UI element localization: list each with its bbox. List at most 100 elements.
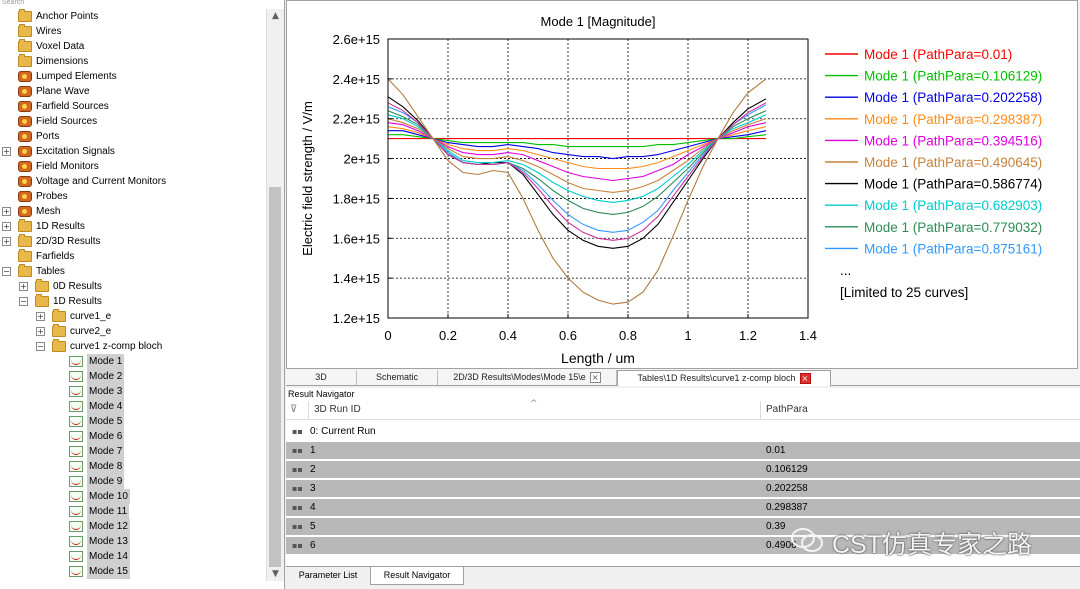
folder-icon [18, 234, 32, 247]
scroll-down-arrow-icon[interactable]: ▼ [267, 567, 284, 581]
curve-result-icon [69, 536, 83, 547]
legend-entry: Mode 1 (PathPara=0.490645) [864, 155, 1042, 170]
tree-item[interactable]: Mode 8 [0, 459, 266, 474]
tree-item[interactable]: Mode 3 [0, 384, 266, 399]
expand-icon[interactable]: + [2, 237, 11, 246]
tree-item[interactable]: Field Monitors [0, 159, 266, 174]
folder-icon [18, 219, 32, 232]
tree-item[interactable]: +0D Results [0, 279, 266, 294]
tree-item[interactable]: Farfields [0, 249, 266, 264]
tree-item[interactable]: Mode 2 [0, 369, 266, 384]
tree-item-label: 2D/3D Results [36, 236, 101, 247]
tree-item[interactable]: + Mesh [0, 204, 266, 219]
tree-item[interactable]: Wires [0, 24, 266, 39]
curve-result-icon [69, 506, 83, 517]
tree-item[interactable]: Mode 5 [0, 414, 266, 429]
navigation-tree: Anchor Points Wires Voxel Data Dimensions Lu… [0, 9, 266, 579]
tree-item[interactable]: +1D Results [0, 219, 266, 234]
tab-parameter-list[interactable]: Parameter List [288, 567, 368, 584]
tab-close-icon[interactable]: × [589, 372, 601, 384]
component-gear-icon [18, 101, 32, 112]
tree-item-label: Field Monitors [36, 161, 99, 172]
tree-item[interactable]: Farfield Sources [0, 99, 266, 114]
collapse-icon[interactable]: − [36, 342, 45, 351]
tree-item[interactable]: − Tables [0, 264, 266, 279]
tree-item[interactable]: − 1D Results [0, 294, 266, 309]
tree-item[interactable]: Probes [0, 189, 266, 204]
chart-title: Mode 1 [Magnitude] [541, 14, 656, 29]
column-header-run-id[interactable]: 3D Run ID [314, 404, 361, 415]
tree-item[interactable]: Voxel Data [0, 39, 266, 54]
tree-item[interactable]: Mode 12 [0, 519, 266, 534]
table-row[interactable]: ▪▪ 0: Current Run [286, 423, 1080, 441]
component-gear-icon [18, 131, 32, 142]
tree-item-label: Farfield Sources [36, 101, 109, 112]
expand-icon[interactable]: + [2, 207, 11, 216]
curve-result-icon [69, 566, 83, 577]
tree-scrollbar-thumb[interactable] [269, 187, 281, 567]
tree-item[interactable]: Mode 6 [0, 429, 266, 444]
tab-result-navigator[interactable]: Result Navigator [370, 567, 464, 585]
legend-entry: Mode 1 (PathPara=0.298387) [864, 112, 1042, 127]
tree-item[interactable]: Field Sources [0, 114, 266, 129]
table-row[interactable]: ▪▪ 3 0.202258 [286, 480, 1080, 498]
filter-icon[interactable]: ⊽ [290, 404, 297, 415]
tree-item[interactable]: Mode 1 [0, 354, 266, 369]
tree-item-label: 1D Results [53, 296, 102, 307]
scroll-up-arrow-icon[interactable]: ▲ [267, 9, 284, 23]
tree-item[interactable]: Mode 14 [0, 549, 266, 564]
y-tick-label: 2.6e+15 [333, 32, 380, 47]
tree-item[interactable]: Lumped Elements [0, 69, 266, 84]
collapse-icon[interactable]: − [19, 297, 28, 306]
tab-schematic[interactable]: Schematic [357, 370, 438, 385]
tree-item[interactable]: Dimensions [0, 54, 266, 69]
tree-item[interactable]: Plane Wave [0, 84, 266, 99]
tree-item[interactable]: + curve1_e [0, 309, 266, 324]
collapse-icon[interactable]: − [2, 267, 11, 276]
tree-item[interactable]: − curve1 z-comp bloch [0, 339, 266, 354]
folder-icon [35, 294, 49, 307]
tab-2d3d-results-mode15[interactable]: 2D/3D Results\Modes\Mode 15\e × [438, 370, 617, 385]
tree-item[interactable]: Mode 13 [0, 534, 266, 549]
tree-scrollbar[interactable]: ▲ ▼ [266, 9, 284, 581]
expand-icon[interactable]: + [36, 327, 45, 336]
tree-item-label: Mode 7 [87, 444, 125, 459]
tree-item[interactable]: Mode 9 [0, 474, 266, 489]
table-row[interactable]: ▪▪ 1 0.01 [286, 442, 1080, 460]
curve-result-icon [69, 356, 83, 367]
expand-icon[interactable]: + [2, 147, 11, 156]
tree-item[interactable]: Ports [0, 129, 266, 144]
plot-view[interactable]: 0 0.2 0.4 0.6 0.8 1 1.2 1.4 1.2e+15 1.4e+15 1.6e+1… [286, 0, 1078, 369]
y-tick-label: 2.2e+15 [333, 112, 380, 127]
tab-tables-curve1-zcomp-bloch[interactable]: Tables\1D Results\curve1 z-comp bloch × [617, 370, 831, 386]
pathpara-cell: 0.01 [766, 445, 786, 456]
tree-item[interactable]: Mode 4 [0, 399, 266, 414]
expand-icon[interactable]: + [19, 282, 28, 291]
tree-item[interactable]: Mode 15 [0, 564, 266, 579]
tree-search-hint[interactable]: Search [0, 0, 268, 6]
table-row[interactable]: ▪▪ 2 0.106129 [286, 461, 1080, 479]
run-id-cell: 3 [310, 483, 316, 494]
x-tick-label: 1.4 [799, 328, 817, 343]
legend-ellipsis: ... [840, 263, 851, 278]
watermark-text: CST仿真专家之路 [832, 531, 1033, 559]
tree-item[interactable]: Voltage and Current Monitors [0, 174, 266, 189]
tree-item[interactable]: Mode 7 [0, 444, 266, 459]
component-gear-icon [18, 146, 32, 157]
tab-3d[interactable]: 3D [286, 370, 357, 385]
tree-item[interactable]: + Excitation Signals [0, 144, 266, 159]
curve-result-icon [69, 476, 83, 487]
expand-icon[interactable]: + [36, 312, 45, 321]
tree-item[interactable]: Anchor Points [0, 9, 266, 24]
table-row[interactable]: ▪▪ 4 0.298387 [286, 499, 1080, 517]
tree-item[interactable]: + curve2_e [0, 324, 266, 339]
tree-item[interactable]: Mode 11 [0, 504, 266, 519]
y-tick-label: 1.2e+15 [333, 311, 380, 326]
y-tick-label: 1.4e+15 [333, 271, 380, 286]
column-header-pathpara[interactable]: PathPara [766, 404, 808, 415]
tab-close-icon[interactable]: × [799, 373, 811, 385]
expand-icon[interactable]: + [2, 222, 11, 231]
tree-item[interactable]: Mode 10 [0, 489, 266, 504]
tree-item[interactable]: +2D/3D Results [0, 234, 266, 249]
run-row-icon: ▪▪ [292, 465, 303, 474]
